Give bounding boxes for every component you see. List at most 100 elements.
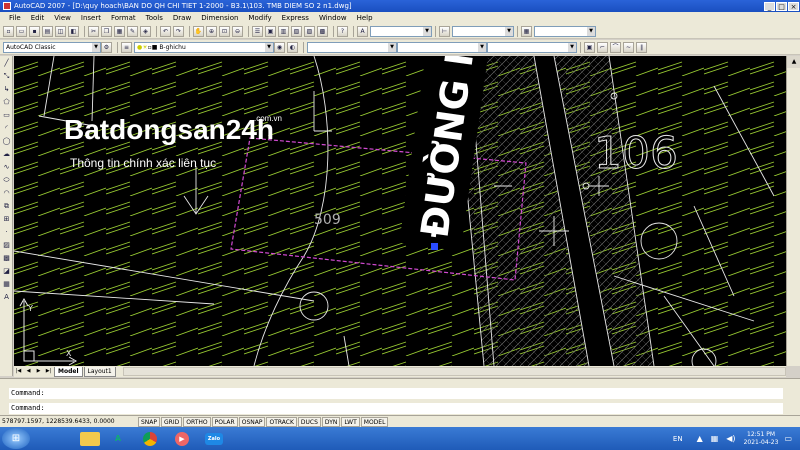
properties-icon[interactable]: ☰ [252, 25, 263, 37]
markup-icon[interactable]: ▨ [304, 25, 315, 37]
tab-layout1[interactable]: Layout1 [83, 366, 116, 377]
polyline-icon[interactable]: ↳ [1, 84, 12, 95]
circle-icon[interactable]: ◯ [1, 136, 12, 147]
menu-help[interactable]: Help [352, 12, 378, 24]
menu-insert[interactable]: Insert [76, 12, 106, 24]
quickcalc-icon[interactable]: ▩ [317, 25, 328, 37]
autocad-app-icon[interactable] [3, 2, 11, 10]
menu-modify[interactable]: Modify [243, 12, 276, 24]
ortho-toggle[interactable]: ORTHO [183, 416, 211, 427]
lineweight-select[interactable]: ▼ [487, 41, 577, 53]
preview-icon[interactable]: ◫ [55, 25, 66, 37]
new-icon[interactable]: ▫ [3, 25, 14, 37]
polygon-icon[interactable]: ⬠ [1, 97, 12, 108]
cut-icon[interactable]: ✂ [88, 25, 99, 37]
open-icon[interactable]: ▭ [16, 25, 27, 37]
language-indicator[interactable]: EN [673, 435, 683, 443]
hatch-icon[interactable]: ▨ [1, 240, 12, 251]
redo-icon[interactable]: ↷ [173, 25, 184, 37]
show-hidden-icon[interactable]: ▲ [697, 434, 703, 443]
model-toggle[interactable]: MODEL [360, 416, 389, 427]
gradient-icon[interactable]: ▩ [1, 253, 12, 264]
layer-previous-icon[interactable]: ◐ [287, 41, 298, 53]
menu-draw[interactable]: Draw [168, 12, 196, 24]
workspace-select[interactable]: AutoCAD Classic ▼ [3, 41, 101, 53]
grid-toggle[interactable]: GRID [161, 416, 183, 427]
lwt-toggle[interactable]: LWT [341, 416, 360, 427]
media-icon[interactable]: ▶ [168, 428, 196, 449]
help-icon[interactable]: ? [337, 25, 348, 37]
mtext-icon[interactable]: A [1, 292, 12, 303]
print-icon[interactable]: ▤ [42, 25, 53, 37]
vertical-scrollbar[interactable]: ▲ [786, 56, 800, 366]
zoom-realtime-icon[interactable]: ⊕ [206, 25, 217, 37]
table-style-select[interactable]: ▼ [534, 25, 596, 37]
zalo-icon[interactable]: Zalo [200, 428, 228, 449]
menu-format[interactable]: Format [106, 12, 141, 24]
explorer-icon[interactable] [80, 431, 100, 446]
drawing-svg[interactable]: 106 509 ĐƯỜNG N Y X [14, 56, 786, 366]
workspace-settings-icon[interactable]: ⚙ [101, 41, 112, 53]
text-style-select[interactable]: ▼ [370, 25, 432, 37]
arc-icon[interactable]: ◜ [1, 123, 12, 134]
clock[interactable]: 12:51 PM 2021-04-23 [744, 431, 779, 447]
pan-icon[interactable]: ✋ [193, 25, 204, 37]
first-tab-icon[interactable]: |◀ [14, 367, 23, 376]
dyn-toggle[interactable]: DYN [321, 416, 341, 427]
scroll-up-icon[interactable]: ▲ [787, 56, 800, 68]
spline-icon[interactable]: ~ [623, 41, 634, 53]
spline-icon[interactable]: ∿ [1, 162, 12, 173]
layer-manager-icon[interactable]: ≡ [121, 41, 132, 53]
horizontal-scrollbar[interactable] [122, 367, 786, 376]
region-icon[interactable]: ◪ [1, 266, 12, 277]
ellipse-arc-icon[interactable]: ◠ [1, 188, 12, 199]
zoom-previous-icon[interactable]: ⊖ [232, 25, 243, 37]
layer-select[interactable]: ●☀▫■ B-ghichu ▼ [134, 41, 274, 53]
make-current-layer-icon[interactable]: ◉ [274, 41, 285, 53]
drawing-area[interactable]: 106 509 ĐƯỜNG N Y X Batdongsan24h .com.v… [14, 56, 786, 366]
menu-window[interactable]: Window [314, 12, 352, 24]
dim-style-icon[interactable]: ⊢ [439, 25, 450, 37]
block-editor-icon[interactable]: ◈ [140, 25, 151, 37]
menu-edit[interactable]: Edit [26, 12, 50, 24]
paste-icon[interactable]: ▦ [114, 25, 125, 37]
volume-icon[interactable]: ◀) [726, 434, 735, 443]
offset-icon[interactable]: ∥ [636, 41, 647, 53]
maximize-button[interactable]: □ [776, 1, 787, 11]
menu-view[interactable]: View [49, 12, 76, 24]
minimize-button[interactable]: _ [764, 1, 775, 11]
ducs-toggle[interactable]: DUCS [297, 416, 321, 427]
osnap-toggle[interactable]: OSNAP [238, 416, 266, 427]
tool-palettes-icon[interactable]: ▥ [278, 25, 289, 37]
plot-style-icon[interactable]: ▣ [584, 41, 595, 53]
menu-express[interactable]: Express [277, 12, 314, 24]
snap-toggle[interactable]: SNAP [138, 416, 161, 427]
insert-block-icon[interactable]: ⧉ [1, 201, 12, 212]
arc-icon[interactable]: ⌒ [610, 41, 621, 53]
point-icon[interactable]: · [1, 227, 12, 238]
prev-tab-icon[interactable]: ◀ [24, 367, 33, 376]
construction-line-icon[interactable]: ⤡ [1, 71, 12, 82]
rectangle-icon[interactable]: ▭ [1, 110, 12, 121]
line-icon[interactable]: ╱ [1, 58, 12, 69]
undo-icon[interactable]: ↶ [160, 25, 171, 37]
otrack-toggle[interactable]: OTRACK [266, 416, 297, 427]
design-center-icon[interactable]: ▣ [265, 25, 276, 37]
menu-file[interactable]: File [4, 12, 26, 24]
color-select[interactable]: ▼ [307, 41, 397, 53]
close-button[interactable]: × [788, 1, 799, 11]
chrome-icon[interactable] [136, 428, 164, 449]
text-style-icon[interactable]: A [357, 25, 368, 37]
autocad-icon[interactable]: A [104, 428, 132, 449]
selection-grip[interactable] [431, 243, 438, 250]
menu-tools[interactable]: Tools [141, 12, 168, 24]
linetype-select[interactable]: ▼ [397, 41, 487, 53]
publish-icon[interactable]: ◧ [68, 25, 79, 37]
command-input[interactable]: Command: [9, 403, 783, 414]
table-icon[interactable]: ▦ [1, 279, 12, 290]
network-icon[interactable]: ▦ [711, 434, 719, 443]
last-tab-icon[interactable]: ▶| [44, 367, 53, 376]
tab-model[interactable]: Model [54, 366, 83, 377]
zoom-window-icon[interactable]: ⊡ [219, 25, 230, 37]
copy-icon[interactable]: ❐ [101, 25, 112, 37]
